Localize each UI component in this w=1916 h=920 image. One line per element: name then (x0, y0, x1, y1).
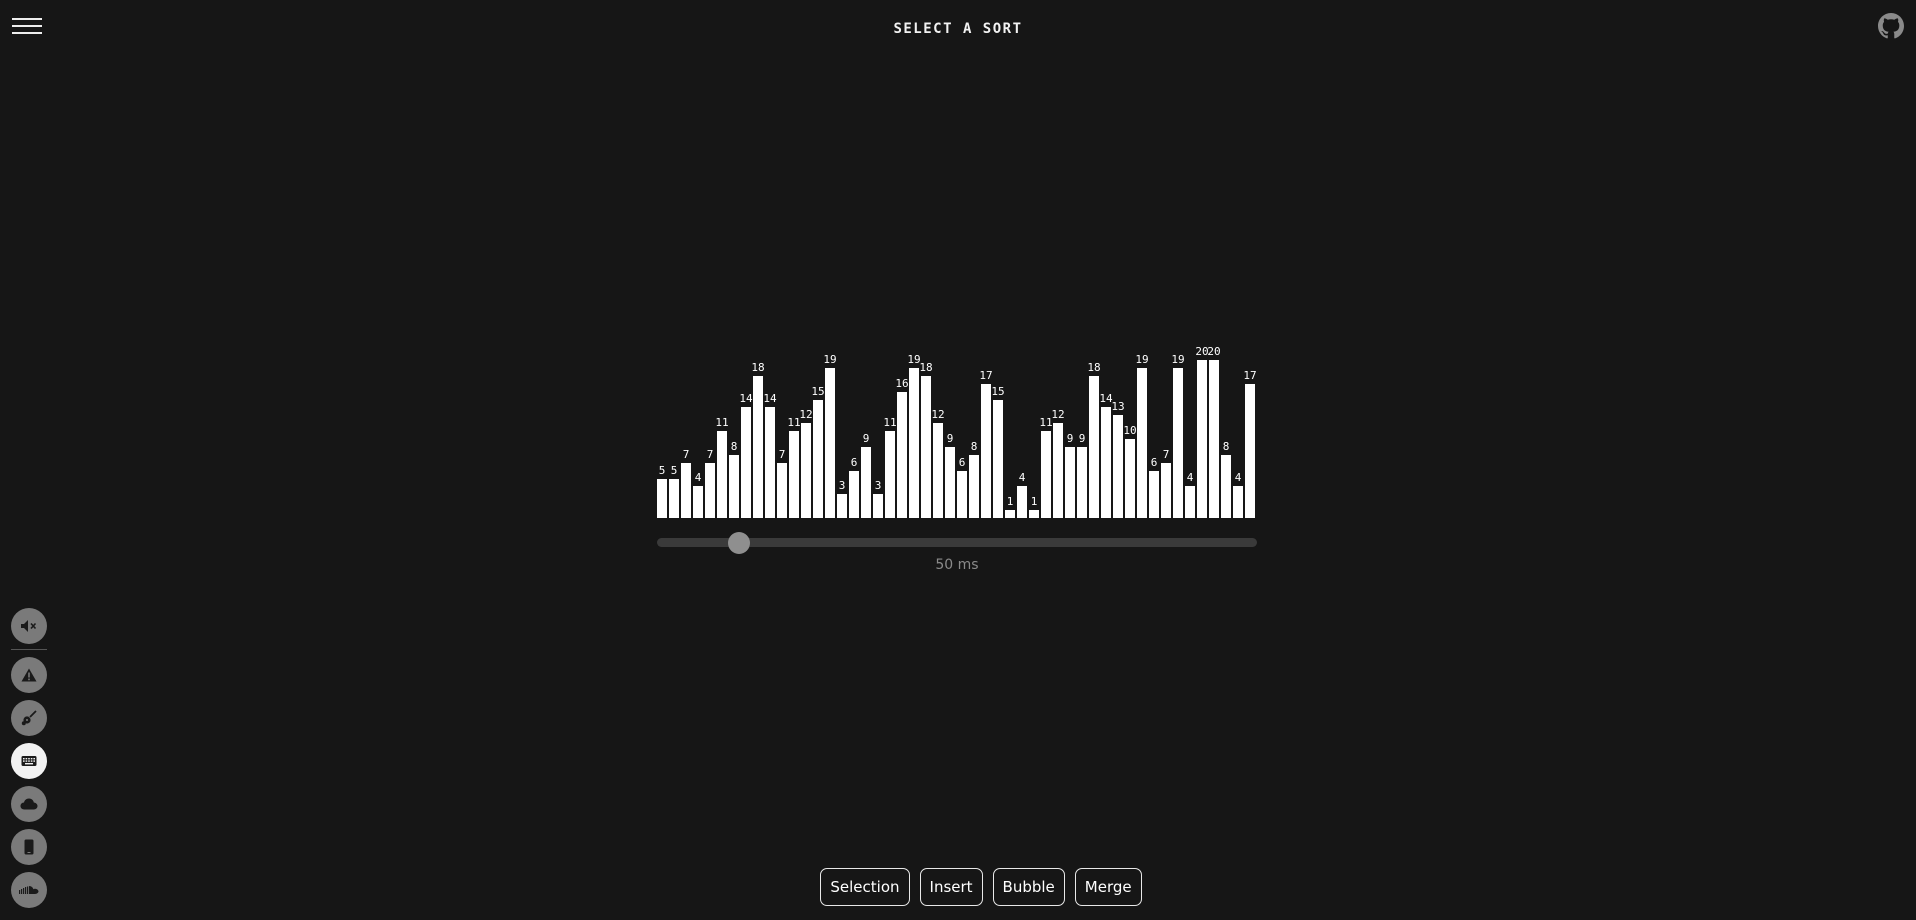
merge-sort-button[interactable]: Merge (1074, 868, 1142, 906)
bar-label: 12 (1051, 408, 1065, 422)
bar (801, 423, 811, 518)
bar-label: 19 (823, 352, 837, 366)
speed-readout: 50 ms (935, 557, 979, 573)
bar (1185, 486, 1195, 518)
bar (1029, 510, 1039, 518)
page-title: SELECT A SORT (893, 21, 1023, 37)
insert-sort-button[interactable]: Insert (919, 868, 983, 906)
phone-icon[interactable] (11, 829, 47, 865)
bar (705, 462, 715, 518)
selection-sort-button[interactable]: Selection (820, 868, 910, 906)
bar-label: 20 (1207, 345, 1221, 358)
cloud-icon[interactable] (11, 786, 47, 822)
app-root: SELECT A SORT 5 5 7 4 7 11 8 14 18 14 7 11 12 15 19 3 6 9… (0, 0, 1916, 920)
warning-icon[interactable] (11, 657, 47, 693)
bar (1245, 383, 1255, 518)
bar (693, 486, 703, 518)
bar (657, 478, 667, 518)
bar (825, 367, 835, 518)
bar (1065, 446, 1075, 518)
bar (789, 431, 799, 518)
github-icon[interactable] (1878, 13, 1904, 39)
bar (813, 399, 823, 518)
speed-slider[interactable] (657, 532, 1257, 554)
bar (1077, 446, 1087, 518)
bar (873, 494, 883, 518)
bar-label: 17 (979, 368, 993, 382)
bar (957, 470, 967, 518)
bar-label: 19 (1135, 352, 1149, 366)
bar (1197, 360, 1207, 518)
bar (909, 367, 919, 518)
dock-separator (11, 649, 47, 650)
bar (1137, 367, 1147, 518)
bar-label: 4 (1018, 471, 1026, 485)
bar (1233, 486, 1243, 518)
bar-label: 12 (931, 408, 945, 422)
bar (669, 478, 679, 518)
bar-label: 18 (919, 360, 933, 374)
sort-button-group: Selection Insert Bubble Merge (0, 868, 1916, 910)
bar (969, 454, 979, 518)
bar (741, 407, 751, 518)
bar (885, 431, 895, 518)
bar-label: 8 (1222, 439, 1230, 453)
bar (1221, 454, 1231, 518)
bar (765, 407, 775, 518)
bar-label: 17 (1243, 368, 1257, 382)
bar (897, 391, 907, 518)
bar-label: 9 (862, 431, 870, 445)
bar (981, 383, 991, 518)
bar (1173, 367, 1183, 518)
bar-label: 18 (1087, 360, 1101, 374)
bar-label: 7 (682, 447, 690, 461)
guitar-icon[interactable] (11, 700, 47, 736)
mute-icon[interactable] (11, 608, 47, 644)
keyboard-icon[interactable] (11, 743, 47, 779)
sort-visualizer: 5 5 7 4 7 11 8 14 18 14 7 11 12 15 19 3 6 9 3 11 16 19 18 12 9 6 8… (657, 340, 1257, 518)
bar (1005, 510, 1015, 518)
bar (1149, 470, 1159, 518)
bar-label: 9 (946, 431, 954, 445)
bar-label: 18 (751, 360, 765, 374)
bar (777, 462, 787, 518)
bar-label: 19 (1171, 352, 1185, 366)
bar (1101, 407, 1111, 518)
bar-label: 13 (1111, 400, 1125, 414)
bar (921, 375, 931, 518)
bar (1041, 431, 1051, 518)
bar (1161, 462, 1171, 518)
bar (837, 494, 847, 518)
bar (729, 454, 739, 518)
bar-label: 15 (991, 384, 1005, 398)
bar (849, 470, 859, 518)
bar-label: 14 (763, 392, 777, 406)
bar-label: 11 (715, 416, 729, 430)
bar (1125, 439, 1135, 518)
bubble-sort-button[interactable]: Bubble (992, 868, 1065, 906)
slider-thumb[interactable] (728, 532, 751, 554)
